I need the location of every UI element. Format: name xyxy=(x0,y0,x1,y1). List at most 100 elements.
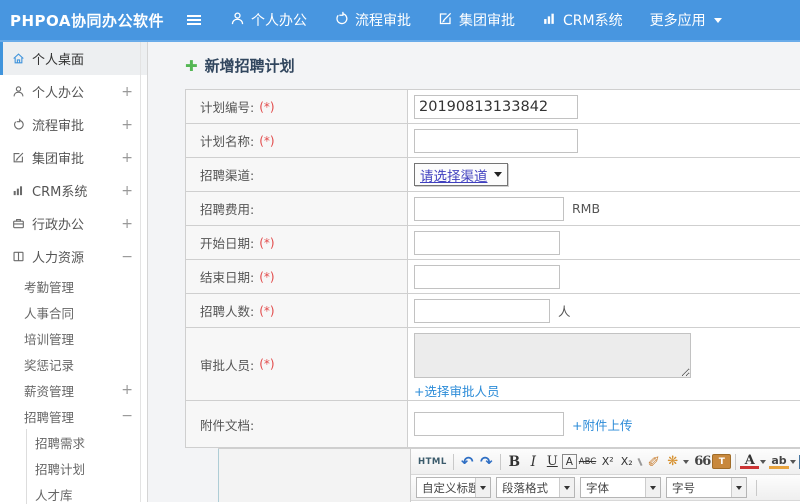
nav-label: CRM系统 xyxy=(563,13,623,29)
edit-icon xyxy=(438,11,453,30)
editor-content-area[interactable] xyxy=(411,501,800,502)
insert-link-icon[interactable] xyxy=(796,478,800,498)
subscript-button[interactable]: X₂ xyxy=(617,452,636,472)
channel-select-value: 请选择渠道 xyxy=(420,168,488,185)
highlight-color-button[interactable]: ab xyxy=(769,454,789,469)
sidebar-item-hr[interactable]: 人力资源 − xyxy=(0,240,147,273)
font-family-select[interactable]: 字体 xyxy=(580,477,661,498)
nav-label: 个人办公 xyxy=(251,13,307,29)
sidebar-item-label: 培训管理 xyxy=(24,331,75,347)
nav-crm-system[interactable]: CRM系统 xyxy=(542,10,623,30)
expand-icon[interactable]: + xyxy=(121,183,147,199)
app-window: PHPOA协同办公软件 个人办公 流程审批 集团审批 CRM系统 更多应用 个人… xyxy=(0,0,800,504)
form-row-channel: 招聘渠道: 请选择渠道 xyxy=(186,158,800,192)
briefcase-icon xyxy=(11,217,25,230)
sidebar-item-personal-desktop[interactable]: 个人桌面 xyxy=(0,42,147,75)
book-icon xyxy=(11,250,25,263)
sidebar-item-rewards[interactable]: 奖惩记录 xyxy=(0,351,147,377)
superscript-button[interactable]: X² xyxy=(598,452,617,472)
underline-button[interactable]: U xyxy=(543,452,562,472)
form-row-end-date: 结束日期: (*) xyxy=(186,260,800,294)
channel-select[interactable]: 请选择渠道 xyxy=(414,163,508,186)
nav-personal-office[interactable]: 个人办公 xyxy=(230,10,307,30)
label-text: 审批人员: xyxy=(200,357,255,373)
brush-icon[interactable] xyxy=(644,452,663,472)
caret-down-icon[interactable] xyxy=(789,459,796,464)
sidebar-item-group-approval[interactable]: 集团审批 + xyxy=(0,141,147,174)
sidebar-item-workflow-approval[interactable]: 流程审批 + xyxy=(0,108,147,141)
label-text: 附件文档: xyxy=(200,417,255,433)
page-title-text: 新增招聘计划 xyxy=(204,57,295,75)
paste-text-icon[interactable]: T xyxy=(712,454,732,469)
sidebar-item-hr-contract[interactable]: 人事合同 xyxy=(0,299,147,325)
paragraph-format-select[interactable]: 段落格式 xyxy=(496,477,575,498)
sidebar-item-recruit-plan[interactable]: 招聘计划 xyxy=(27,455,147,481)
undo-icon[interactable] xyxy=(458,452,477,472)
expand-icon[interactable]: + xyxy=(121,117,147,133)
font-color-button[interactable]: A xyxy=(740,454,760,469)
expand-icon[interactable]: + xyxy=(121,150,147,166)
bold-button[interactable]: B xyxy=(505,452,524,472)
sidebar-item-recruitment[interactable]: 招聘管理 − xyxy=(0,403,147,429)
sidebar-item-label: 行政办公 xyxy=(32,218,85,233)
custom-title-select[interactable]: 自定义标题 xyxy=(416,477,491,498)
nav-more-apps[interactable]: 更多应用 xyxy=(650,10,722,30)
sidebar-item-label: 人力资源 xyxy=(32,251,85,266)
plan-number-input[interactable] xyxy=(414,94,578,119)
expand-icon[interactable]: + xyxy=(121,382,147,398)
sidebar-item-training[interactable]: 培训管理 xyxy=(0,325,147,351)
font-size-select[interactable]: 字号 xyxy=(666,477,747,498)
nav-label: 更多应用 xyxy=(649,13,706,29)
sidebar-item-crm[interactable]: CRM系统 + xyxy=(0,174,147,207)
plan-name-input[interactable] xyxy=(414,128,578,153)
edit-icon xyxy=(11,151,25,164)
home-icon xyxy=(11,52,25,65)
sidebar-item-salary[interactable]: 薪资管理 + xyxy=(0,377,147,403)
caret-down-icon xyxy=(559,478,574,497)
eraser-icon[interactable] xyxy=(637,457,643,466)
label-text: 计划编号: xyxy=(200,100,255,115)
html-source-button[interactable]: HTML xyxy=(416,452,449,472)
hamburger-menu-icon[interactable] xyxy=(186,13,202,27)
collapse-icon[interactable]: − xyxy=(121,408,147,424)
sidebar-item-talent-pool[interactable]: 人才库 xyxy=(27,481,147,504)
format-painter-icon[interactable] xyxy=(663,452,682,472)
select-value: 字体 xyxy=(586,480,609,495)
caret-down-icon[interactable] xyxy=(683,459,690,464)
user-icon xyxy=(11,85,25,98)
headcount-input[interactable] xyxy=(414,298,550,323)
form-row-plan-name: 计划名称: (*) xyxy=(186,124,800,158)
sidebar-item-recruit-demand[interactable]: 招聘需求 xyxy=(27,429,147,455)
select-approvers-link[interactable]: +选择审批人员 xyxy=(414,381,499,400)
blockquote-button[interactable]: 66 xyxy=(692,452,712,472)
nav-workflow-approval[interactable]: 流程审批 xyxy=(334,10,411,30)
sidebar-item-personal-office[interactable]: 个人办公 + xyxy=(0,75,147,108)
sidebar-item-label: 招聘管理 xyxy=(24,409,75,425)
sidebar-item-admin-office[interactable]: 行政办公 + xyxy=(0,207,147,240)
strikethrough-button[interactable]: ABC xyxy=(577,452,598,472)
sidebar-item-label: 薪资管理 xyxy=(24,383,75,399)
cost-input[interactable] xyxy=(414,196,564,221)
approvers-textarea[interactable] xyxy=(414,333,691,378)
italic-button[interactable]: I xyxy=(524,452,543,472)
editor-toolbar-row1: HTML B I U A ABC X² X₂ xyxy=(411,449,800,475)
sidebar-item-attendance[interactable]: 考勤管理 xyxy=(0,273,147,299)
start-date-input[interactable] xyxy=(414,230,560,255)
caret-down-icon[interactable] xyxy=(760,459,767,464)
sidebar-item-label: 个人办公 xyxy=(32,86,85,101)
nav-group-approval[interactable]: 集团审批 xyxy=(438,10,515,30)
select-value: 自定义标题 xyxy=(422,480,480,495)
expand-icon[interactable]: + xyxy=(121,216,147,232)
font-box-button[interactable]: A xyxy=(561,454,577,469)
expand-icon[interactable]: + xyxy=(121,84,147,100)
add-plus-icon xyxy=(185,57,198,75)
editor-row: HTML B I U A ABC X² X₂ xyxy=(218,448,800,502)
currency-suffix: RMB xyxy=(572,201,601,216)
collapse-icon[interactable]: − xyxy=(121,249,147,265)
end-date-input[interactable] xyxy=(414,264,560,289)
redo-icon[interactable] xyxy=(477,452,496,472)
top-navbar: PHPOA协同办公软件 个人办公 流程审批 集团审批 CRM系统 更多应用 xyxy=(0,0,800,42)
attachment-upload-link[interactable]: +附件上传 xyxy=(572,415,632,434)
richtext-editor: HTML B I U A ABC X² X₂ xyxy=(410,449,800,502)
attachment-input[interactable] xyxy=(414,412,564,436)
